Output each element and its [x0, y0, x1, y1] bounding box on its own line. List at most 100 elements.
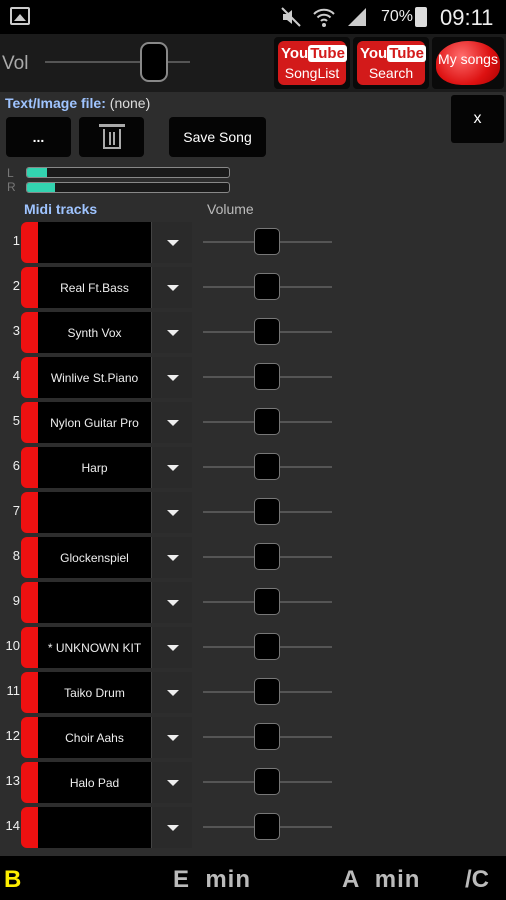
track-row: 10 * UNKNOWN KIT	[0, 626, 340, 671]
songlist-label: SongList	[284, 65, 340, 81]
youtube-songlist-button[interactable]: You Tube SongList	[274, 37, 350, 89]
instrument-dropdown-chevron-icon[interactable]	[151, 537, 192, 578]
master-volume-knob[interactable]	[140, 42, 168, 82]
instrument-dropdown-chevron-icon[interactable]	[151, 447, 192, 488]
track-mute-toggle[interactable]	[21, 357, 39, 398]
text-file-value: (none)	[109, 95, 151, 111]
track-instrument-name[interactable]	[38, 807, 151, 848]
track-row: 1	[0, 221, 340, 266]
track-row: 5 Nylon Guitar Pro	[0, 401, 340, 446]
track-row: 8 Glockenspiel	[0, 536, 340, 581]
track-instrument-name[interactable]: Halo Pad	[38, 762, 151, 803]
instrument-dropdown-chevron-icon[interactable]	[151, 672, 192, 713]
track-row: 6 Harp	[0, 446, 340, 491]
instrument-dropdown-chevron-icon[interactable]	[151, 717, 192, 758]
master-volume-track[interactable]	[45, 61, 190, 63]
youtube-search-button[interactable]: You Tube Search	[353, 37, 429, 89]
track-number: 1	[12, 233, 20, 248]
track-volume-knob[interactable]	[254, 273, 280, 300]
track-row: 11 Taiko Drum	[0, 671, 340, 716]
instrument-dropdown-chevron-icon[interactable]	[151, 582, 192, 623]
progress-fill	[27, 183, 56, 192]
track-volume-knob[interactable]	[254, 498, 280, 525]
track-volume-knob[interactable]	[254, 813, 280, 840]
delete-file-button[interactable]	[79, 117, 144, 157]
youtube-logo-icon: You Tube SongList	[278, 41, 347, 85]
image-notification-icon	[10, 7, 30, 25]
track-number: 14	[5, 818, 20, 833]
instrument-dropdown-chevron-icon[interactable]	[151, 627, 192, 668]
track-number: 3	[12, 323, 20, 338]
track-volume-knob[interactable]	[254, 318, 280, 345]
track-instrument-name[interactable]: Taiko Drum	[38, 672, 151, 713]
track-instrument-name[interactable]	[38, 222, 151, 263]
bass-note-indicator[interactable]: /C	[465, 866, 489, 894]
track-volume-knob[interactable]	[254, 453, 280, 480]
bottom-bar	[0, 856, 506, 900]
track-mute-toggle[interactable]	[21, 312, 39, 353]
track-instrument-name[interactable]: Nylon Guitar Pro	[38, 402, 151, 443]
key-indicator[interactable]: B	[4, 866, 21, 894]
save-song-button[interactable]: Save Song	[169, 117, 266, 157]
instrument-dropdown-chevron-icon[interactable]	[151, 762, 192, 803]
close-button[interactable]: x	[451, 95, 504, 143]
track-mute-toggle[interactable]	[21, 762, 39, 803]
progress-bar-left	[26, 167, 230, 178]
track-instrument-name[interactable]	[38, 492, 151, 533]
track-volume-knob[interactable]	[254, 228, 280, 255]
my-songs-button[interactable]: My songs	[432, 37, 504, 89]
track-volume-knob[interactable]	[254, 678, 280, 705]
brand-you: You	[281, 45, 309, 62]
status-bar: 70% 09:11	[0, 0, 506, 34]
track-volume-knob[interactable]	[254, 633, 280, 660]
track-instrument-name[interactable]: Choir Aahs	[38, 717, 151, 758]
track-mute-toggle[interactable]	[21, 447, 39, 488]
instrument-dropdown-chevron-icon[interactable]	[151, 312, 192, 353]
track-mute-toggle[interactable]	[21, 627, 39, 668]
track-volume-knob[interactable]	[254, 588, 280, 615]
track-instrument-name[interactable]: Real Ft.Bass	[38, 267, 151, 308]
instrument-dropdown-chevron-icon[interactable]	[151, 492, 192, 533]
track-mute-toggle[interactable]	[21, 582, 39, 623]
trash-icon	[98, 124, 125, 150]
brand-you: You	[360, 45, 388, 62]
track-instrument-name[interactable]: Synth Vox	[38, 312, 151, 353]
track-row: 3 Synth Vox	[0, 311, 340, 356]
track-mute-toggle[interactable]	[21, 492, 39, 533]
track-number: 13	[5, 773, 20, 788]
track-volume-knob[interactable]	[254, 363, 280, 390]
instrument-dropdown-chevron-icon[interactable]	[151, 267, 192, 308]
status-icons	[280, 6, 368, 28]
volume-heading: Volume	[207, 201, 254, 217]
track-row: 13 Halo Pad	[0, 761, 340, 806]
youtube-logo-icon: You Tube Search	[357, 41, 426, 85]
track-instrument-name[interactable]: Harp	[38, 447, 151, 488]
track-mute-toggle[interactable]	[21, 537, 39, 578]
track-instrument-name[interactable]	[38, 582, 151, 623]
chord-indicator-1[interactable]: E min	[173, 866, 251, 894]
track-mute-toggle[interactable]	[21, 807, 39, 848]
track-volume-knob[interactable]	[254, 543, 280, 570]
track-volume-knob[interactable]	[254, 408, 280, 435]
track-volume-knob[interactable]	[254, 723, 280, 750]
track-number: 5	[12, 413, 20, 428]
track-mute-toggle[interactable]	[21, 222, 39, 263]
track-volume-knob[interactable]	[254, 768, 280, 795]
instrument-dropdown-chevron-icon[interactable]	[151, 357, 192, 398]
track-number: 9	[12, 593, 20, 608]
progress-bar-right	[26, 182, 230, 193]
track-mute-toggle[interactable]	[21, 267, 39, 308]
track-mute-toggle[interactable]	[21, 717, 39, 758]
track-mute-toggle[interactable]	[21, 402, 39, 443]
track-instrument-name[interactable]: * UNKNOWN KIT	[38, 627, 151, 668]
track-mute-toggle[interactable]	[21, 672, 39, 713]
instrument-dropdown-chevron-icon[interactable]	[151, 222, 192, 263]
browse-file-button[interactable]: ...	[6, 117, 71, 157]
instrument-dropdown-chevron-icon[interactable]	[151, 807, 192, 848]
track-instrument-name[interactable]: Winlive St.Piano	[38, 357, 151, 398]
instrument-dropdown-chevron-icon[interactable]	[151, 402, 192, 443]
track-row: 9	[0, 581, 340, 626]
track-instrument-name[interactable]: Glockenspiel	[38, 537, 151, 578]
chord-indicator-2[interactable]: A min	[342, 866, 420, 894]
vol-label: Vol	[2, 53, 29, 74]
